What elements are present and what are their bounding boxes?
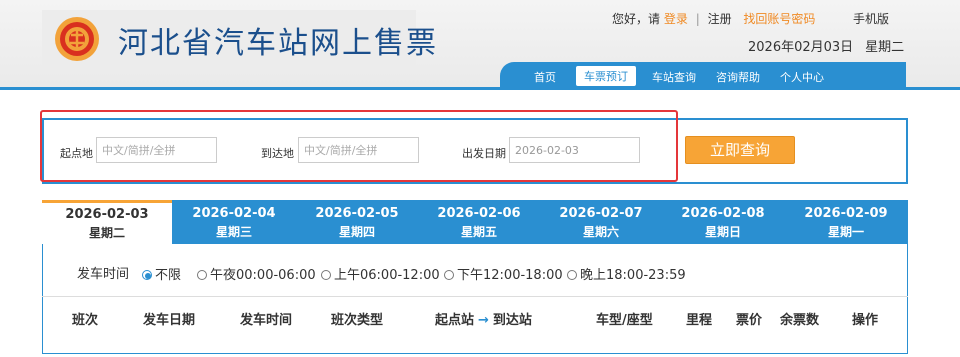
to-input[interactable]: [298, 137, 419, 163]
col-vehicle-type: 车型/座型: [596, 313, 653, 328]
greeting-text: 您好，请: [612, 12, 661, 26]
tab-weekday: 星期日: [704, 225, 741, 239]
nav-ticket-booking[interactable]: 车票预订: [576, 66, 636, 86]
login-link[interactable]: 登录: [664, 10, 688, 27]
radio-icon: [321, 270, 331, 280]
filter-option-morning[interactable]: 上午06:00-12:00: [321, 264, 440, 283]
site-title: 河北省汽车站网上售票: [118, 26, 438, 61]
nav-user-center[interactable]: 个人中心: [780, 69, 824, 85]
tab-weekday: 星期二: [88, 226, 125, 240]
radio-icon: [197, 270, 207, 280]
date-text: 2026年02月03日: [748, 40, 854, 55]
col-price: 票价: [736, 313, 763, 328]
nav-home[interactable]: 首页: [534, 69, 556, 85]
main-nav: 首页 车票预订 车站查询 咨询帮助 个人中心: [500, 62, 906, 90]
col-trip-type: 班次类型: [331, 313, 384, 328]
from-input[interactable]: [96, 137, 217, 163]
tab-weekday: 星期四: [338, 225, 375, 239]
tab-date: 2026-02-08: [681, 206, 765, 221]
nav-station-query[interactable]: 车站查询: [652, 69, 696, 85]
col-trip: 班次: [72, 313, 99, 328]
departure-time-filter-label: 发车时间: [77, 267, 130, 282]
date-tabs: 2026-02-03 星期二 2026-02-04 星期三 2026-02-05…: [42, 200, 908, 244]
option-label: 午夜00:00-06:00: [210, 268, 316, 283]
radio-selected-icon: [142, 270, 152, 280]
tab-date: 2026-02-03: [65, 207, 149, 222]
search-button[interactable]: 立即查询: [685, 136, 795, 164]
option-label: 不限: [155, 268, 182, 283]
logo-area[interactable]: 河北省汽车站网上售票: [42, 10, 436, 68]
current-date: 2026年02月03日 星期二: [748, 36, 904, 55]
tab-weekday: 星期一: [827, 225, 864, 239]
results-panel: [42, 244, 908, 354]
filter-option-midnight[interactable]: 午夜00:00-06:00: [197, 264, 316, 283]
col-destination: 到达站: [492, 313, 532, 328]
date-tab-6[interactable]: 2026-02-09 星期一: [784, 200, 908, 244]
arrow-right-icon: →: [478, 313, 489, 328]
date-tab-1[interactable]: 2026-02-04 星期三: [172, 200, 296, 244]
col-actions: 操作: [852, 313, 879, 328]
tab-date: 2026-02-05: [315, 206, 399, 221]
bus-station-logo-icon: [55, 17, 99, 61]
date-tab-0[interactable]: 2026-02-03 星期二: [42, 200, 172, 244]
from-label: 起点地: [60, 147, 93, 160]
option-label: 晚上18:00-23:59: [580, 268, 686, 283]
col-depart-time: 发车时间: [240, 313, 293, 328]
recover-account-link[interactable]: 找回账号密码: [743, 10, 815, 27]
date-tab-4[interactable]: 2026-02-07 星期六: [540, 200, 662, 244]
nav-help[interactable]: 咨询帮助: [716, 69, 760, 85]
filter-option-afternoon[interactable]: 下午12:00-18:00: [444, 264, 563, 283]
tab-date: 2026-02-07: [559, 206, 643, 221]
col-route: 起点站 → 到达站: [435, 309, 532, 328]
date-tab-2[interactable]: 2026-02-05 星期四: [296, 200, 418, 244]
date-tab-5[interactable]: 2026-02-08 星期日: [662, 200, 784, 244]
tab-date: 2026-02-09: [804, 206, 888, 221]
site-header: 河北省汽车站网上售票 您好，请 登录 | 注册 找回账号密码 手机版 2026年…: [0, 0, 960, 90]
option-label: 下午12:00-18:00: [457, 268, 563, 283]
option-label: 上午06:00-12:00: [334, 268, 440, 283]
filter-option-evening[interactable]: 晚上18:00-23:59: [567, 264, 686, 283]
account-links: 您好，请 登录 | 注册 找回账号密码: [612, 10, 815, 27]
tab-weekday: 星期五: [460, 225, 497, 239]
col-remaining: 余票数: [780, 313, 820, 328]
date-label: 出发日期: [462, 147, 506, 160]
departure-date-input[interactable]: [509, 137, 640, 163]
divider: |: [695, 12, 700, 26]
tab-date: 2026-02-06: [437, 206, 521, 221]
radio-icon: [444, 270, 454, 280]
filter-option-any[interactable]: 不限: [142, 264, 181, 283]
tab-weekday: 星期六: [582, 225, 619, 239]
radio-icon: [567, 270, 577, 280]
register-link[interactable]: 注册: [708, 10, 732, 27]
col-distance: 里程: [686, 313, 713, 328]
weekday-text: 星期二: [865, 40, 905, 55]
tab-date: 2026-02-04: [192, 206, 276, 221]
tab-weekday: 星期三: [215, 225, 252, 239]
table-divider: [42, 296, 908, 297]
col-origin: 起点站: [435, 313, 475, 328]
mobile-version-link[interactable]: 手机版: [853, 10, 889, 27]
to-label: 到达地: [261, 147, 294, 160]
col-depart-date: 发车日期: [143, 313, 196, 328]
date-tab-3[interactable]: 2026-02-06 星期五: [418, 200, 540, 244]
